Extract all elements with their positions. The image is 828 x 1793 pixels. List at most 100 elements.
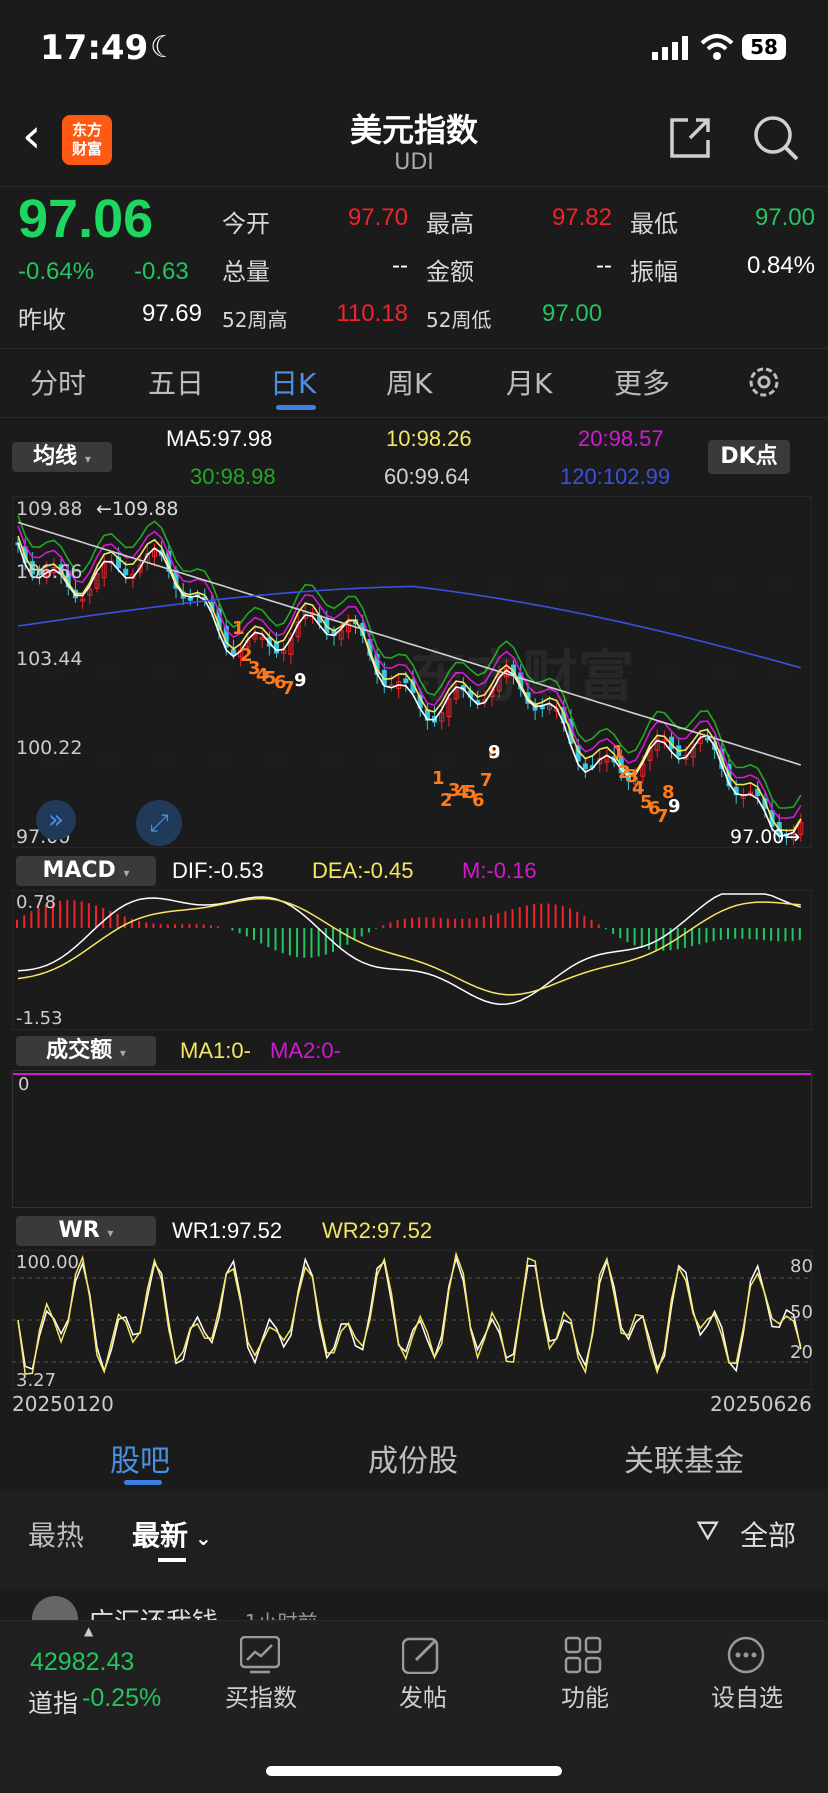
macd-histogram-bar	[239, 928, 241, 933]
macd-histogram-bar	[770, 928, 772, 941]
wr-selector[interactable]: WR ▾	[16, 1216, 156, 1246]
ticker-index-value[interactable]: 42982.43	[30, 1648, 134, 1677]
macd-histogram-bar	[138, 921, 140, 928]
add-watchlist-button[interactable]: 设自选	[702, 1636, 792, 1713]
macd-histogram-bar	[289, 928, 291, 955]
ma120-value: 120:102.99	[560, 464, 670, 490]
filter-icon[interactable]: ⛛	[696, 1514, 720, 1548]
macd-histogram-bar	[145, 922, 147, 928]
add-watchlist-label: 设自选	[702, 1678, 792, 1713]
tab-components[interactable]: 成份股	[368, 1436, 458, 1480]
macd-histogram-bar	[741, 928, 743, 939]
macd-histogram-bar	[310, 928, 312, 958]
td-sequence-number: 7	[282, 678, 295, 699]
ticker-index-name[interactable]: 道指	[28, 1684, 78, 1720]
macd-dif-line	[18, 894, 801, 1004]
expand-up-icon[interactable]: ▲	[84, 1624, 93, 1638]
ma5-value: MA5:97.98	[166, 426, 272, 452]
macd-histogram-bar	[756, 928, 758, 940]
macd-histogram-bar	[389, 922, 391, 928]
macd-histogram-bar	[59, 901, 61, 928]
fullscreen-icon[interactable]: ⤢	[136, 800, 182, 846]
candle-body	[583, 764, 587, 769]
macd-histogram-bar	[411, 918, 413, 928]
ma-selector[interactable]: 均线 ▾	[12, 442, 112, 472]
watermark: 东方财富	[410, 632, 634, 713]
tab-weekly-k[interactable]: 周K	[386, 362, 432, 402]
macd-bottom-label: -1.53	[16, 1008, 63, 1029]
w52-low-label: 52周低	[426, 304, 491, 333]
tab-intraday[interactable]: 分时	[30, 362, 86, 402]
macd-selector[interactable]: MACD ▾	[16, 856, 156, 886]
tab-more[interactable]: 更多	[614, 362, 670, 402]
high-label: 最高	[426, 204, 474, 239]
macd-histogram-bar	[217, 926, 219, 928]
functions-button[interactable]: 功能	[540, 1636, 630, 1713]
ticker-index-change[interactable]: -0.25%	[82, 1684, 161, 1713]
volume-ma1: MA1:0-	[180, 1038, 251, 1064]
feed-filter-all[interactable]: 全部	[740, 1514, 796, 1554]
low-value: 97.00	[700, 204, 815, 232]
macd-histogram-bar	[282, 928, 284, 953]
amount-label: 金额	[426, 252, 474, 287]
feed-latest-label: 最新	[132, 1519, 188, 1552]
moon-icon: ☾	[150, 30, 177, 65]
expand-left-button[interactable]: »	[36, 800, 76, 840]
volume-chart	[12, 1070, 812, 1208]
macd-histogram-bar	[648, 928, 650, 950]
settings-icon[interactable]	[746, 364, 782, 400]
tab-five-day[interactable]: 五日	[148, 362, 204, 402]
macd-histogram-bar	[468, 918, 470, 928]
amount-value: --	[500, 252, 612, 280]
post-button[interactable]: 发帖	[378, 1636, 468, 1713]
battery-level: 58	[750, 35, 778, 59]
share-icon[interactable]	[666, 114, 714, 162]
wr-top-label: 100.00	[16, 1252, 79, 1273]
td-sequence-number: 1	[232, 618, 245, 639]
macd-histogram-bar	[655, 928, 657, 951]
date-end: 20250626	[710, 1392, 812, 1416]
macd-chart	[12, 890, 812, 1030]
macd-histogram-bar	[253, 928, 255, 940]
buy-index-button[interactable]: 买指数	[216, 1636, 306, 1713]
candle-body	[404, 679, 408, 683]
wr-level-20: 20	[790, 1342, 813, 1363]
macd-histogram-bar	[504, 911, 506, 928]
feed-hot[interactable]: 最热	[28, 1514, 84, 1554]
tab-related-funds[interactable]: 关联基金	[624, 1436, 744, 1480]
macd-histogram-bar	[784, 928, 786, 941]
macd-histogram-bar	[73, 900, 75, 928]
macd-histogram-bar	[698, 928, 700, 944]
tab-monthly-k[interactable]: 月K	[506, 362, 552, 402]
wr-chart	[12, 1250, 812, 1390]
open-value: 97.70	[300, 204, 408, 232]
macd-histogram-bar	[418, 917, 420, 928]
candle-body	[188, 598, 192, 600]
dk-point-button[interactable]: DK点	[708, 440, 790, 474]
volume-selector[interactable]: 成交额 ▾	[16, 1036, 156, 1066]
search-icon[interactable]	[752, 114, 800, 162]
macd-histogram-bar	[497, 913, 499, 928]
active-tab-indicator	[276, 405, 316, 410]
macd-histogram-bar	[275, 928, 277, 950]
macd-histogram-bar	[727, 928, 729, 939]
macd-histogram-bar	[705, 928, 707, 943]
tab-daily-k[interactable]: 日K	[270, 362, 316, 402]
macd-histogram-bar	[260, 928, 262, 943]
min-marker: 97.00→	[730, 826, 800, 848]
tab-guba[interactable]: 股吧	[110, 1436, 170, 1480]
w52-high-label: 52周高	[222, 304, 287, 333]
macd-histogram-bar	[583, 916, 585, 928]
macd-histogram-bar	[332, 928, 334, 952]
ma-selector-label: 均线	[33, 444, 77, 469]
wr1-value: WR1:97.52	[172, 1218, 282, 1244]
macd-histogram-bar	[117, 914, 119, 928]
high-value: 97.82	[500, 204, 612, 232]
chart-trend-icon	[240, 1636, 280, 1674]
volume-zero-label: 0	[18, 1074, 29, 1095]
home-indicator[interactable]	[266, 1766, 562, 1776]
feed-latest[interactable]: 最新 ⌄	[132, 1514, 212, 1554]
macd-histogram-bar	[792, 928, 794, 941]
prev-close-label: 昨收	[18, 300, 66, 335]
max-marker: ←109.88	[96, 498, 178, 520]
